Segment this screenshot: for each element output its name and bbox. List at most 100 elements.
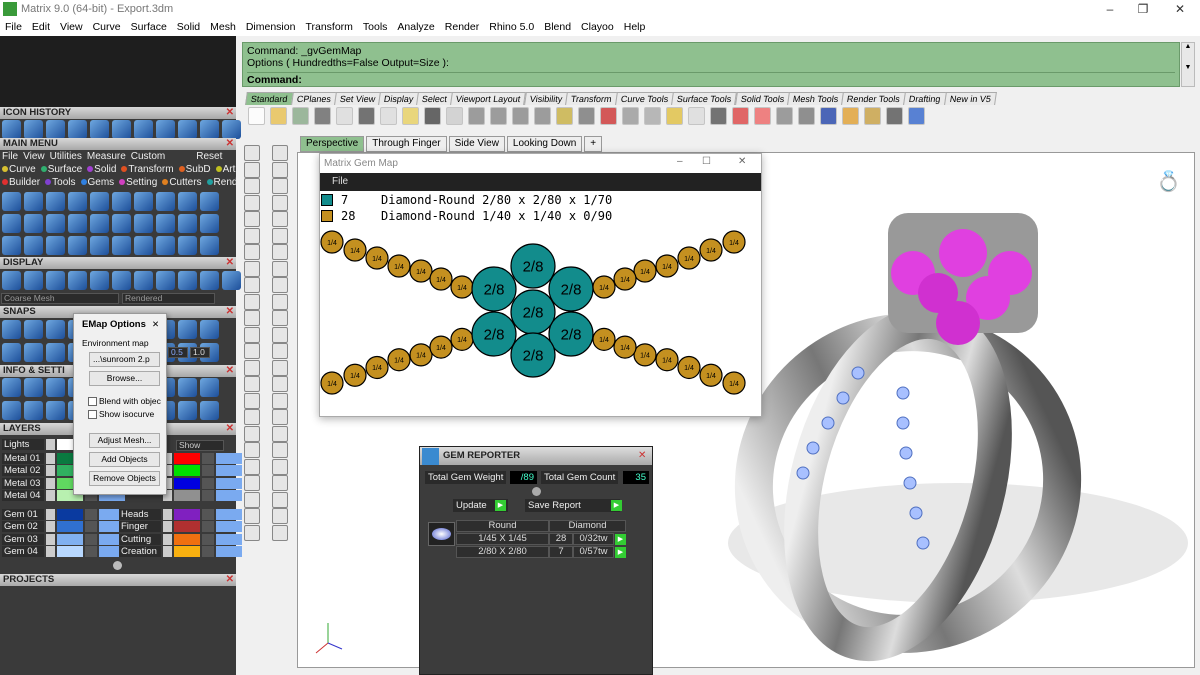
display-icon[interactable]: [46, 271, 65, 290]
category-transform[interactable]: Transform: [121, 164, 174, 175]
tool-icon-5[interactable]: [358, 107, 375, 125]
vertical-tool-icon[interactable]: [272, 392, 288, 409]
history-icon[interactable]: [112, 120, 131, 139]
tab-set-view[interactable]: Set View: [333, 92, 381, 105]
layer-color-swatch[interactable]: [57, 546, 83, 557]
display-icon[interactable]: [222, 271, 241, 290]
tool-icon-28[interactable]: [864, 107, 881, 125]
vertical-tool-icon[interactable]: [244, 475, 260, 491]
settings-icon[interactable]: [2, 378, 21, 397]
tool-icon[interactable]: [156, 236, 175, 255]
gem-row-go-icon[interactable]: ▶: [615, 534, 626, 545]
layer-color-swatch[interactable]: [174, 477, 200, 489]
vertical-tool-icon[interactable]: [244, 359, 260, 376]
layer-play-icon[interactable]: [46, 438, 55, 450]
add-viewport-tab[interactable]: +: [584, 136, 603, 152]
tool-icon-9[interactable]: [446, 107, 463, 125]
tool-icon-18[interactable]: [644, 107, 661, 125]
tool-icon-19[interactable]: [666, 107, 683, 125]
main-menu-utilities[interactable]: Utilities: [50, 151, 82, 162]
vertical-tool-icon[interactable]: [272, 227, 288, 244]
layer-row[interactable]: [163, 452, 242, 464]
settings-icon[interactable]: [200, 401, 219, 420]
display-icon[interactable]: [24, 271, 43, 290]
tab-curve-tools[interactable]: Curve Tools: [614, 92, 675, 105]
tool-icon-11[interactable]: [490, 107, 507, 125]
tab-surface-tools[interactable]: Surface Tools: [671, 92, 738, 105]
vertical-tool-icon[interactable]: [244, 491, 260, 508]
minimize-button[interactable]: –: [1095, 2, 1125, 16]
tool-icon-2[interactable]: [292, 107, 309, 125]
layer-row[interactable]: Lights: [2, 438, 83, 450]
layer-play-icon[interactable]: [46, 508, 55, 520]
vertical-tool-icon[interactable]: [244, 145, 260, 161]
tab-viewport-layout[interactable]: Viewport Layout: [450, 92, 527, 105]
tool-icon-12[interactable]: [512, 107, 529, 125]
tool-icon[interactable]: [68, 236, 87, 255]
vertical-tool-icon[interactable]: [244, 211, 260, 227]
vertical-tool-icon[interactable]: [272, 442, 288, 458]
display-icon[interactable]: [156, 271, 175, 290]
lock-icon[interactable]: [202, 546, 214, 557]
vertical-tool-icon[interactable]: [272, 475, 288, 491]
layer-play-icon[interactable]: [46, 490, 55, 501]
vertical-tool-icon[interactable]: [244, 178, 260, 194]
tool-icon[interactable]: [46, 214, 65, 233]
vertical-tool-icon[interactable]: [272, 194, 288, 211]
tool-icon-15[interactable]: [578, 107, 595, 125]
lock-icon[interactable]: [202, 533, 214, 545]
vertical-tool-icon[interactable]: [244, 376, 260, 392]
vertical-tool-icon[interactable]: [244, 524, 260, 541]
vertical-tool-icon[interactable]: [272, 524, 288, 541]
tool-icon[interactable]: [134, 192, 153, 211]
snap-icon[interactable]: [46, 320, 65, 339]
command-area[interactable]: Command: _gvGemMap Options ( Hundredths=…: [242, 42, 1180, 87]
vertical-tool-icon[interactable]: [272, 244, 288, 260]
history-icon[interactable]: [156, 120, 175, 139]
vertical-tool-icon[interactable]: [272, 359, 288, 376]
menu-clayoo[interactable]: Clayoo: [576, 21, 619, 33]
layer-row[interactable]: Gem 03: [2, 533, 125, 545]
close-icon[interactable]: ✕: [226, 365, 234, 377]
layer-play-icon[interactable]: [46, 546, 55, 557]
category-curve[interactable]: Curve: [2, 164, 36, 175]
ring-icon[interactable]: 💍: [1156, 169, 1181, 193]
history-icon[interactable]: [2, 120, 21, 139]
layer-row[interactable]: Gem 04: [2, 546, 125, 558]
command-scrollbar[interactable]: ▲ ▼: [1181, 42, 1195, 87]
layer-play-icon[interactable]: [46, 452, 55, 464]
menu-render[interactable]: Render: [440, 21, 484, 33]
close-icon[interactable]: ✕: [226, 138, 234, 150]
vertical-tool-icon[interactable]: [272, 376, 288, 392]
snap-value-2[interactable]: 1.0: [190, 347, 210, 358]
tab-drafting[interactable]: Drafting: [903, 92, 947, 105]
tool-icon[interactable]: [134, 236, 153, 255]
env-map-select[interactable]: ...\sunroom 2.p ⌄: [89, 352, 160, 377]
tool-icon[interactable]: [134, 214, 153, 233]
vertical-tool-icon[interactable]: [244, 326, 260, 343]
layer-row[interactable]: [163, 490, 242, 502]
tool-icon-21[interactable]: [710, 107, 727, 125]
layer-play-icon[interactable]: [163, 521, 172, 532]
tool-icon-4[interactable]: [336, 107, 353, 125]
vertical-tool-icon[interactable]: [244, 442, 260, 458]
settings-icon[interactable]: [200, 378, 219, 397]
tool-icon[interactable]: [200, 214, 219, 233]
vertical-tool-icon[interactable]: [244, 409, 260, 425]
tab-solid-tools[interactable]: Solid Tools: [734, 92, 790, 105]
layer-color-swatch[interactable]: [174, 521, 200, 532]
lock-icon[interactable]: [202, 452, 214, 464]
vertical-tool-icon[interactable]: [244, 293, 260, 310]
layer-row[interactable]: Creation: [119, 546, 242, 558]
menu-analyze[interactable]: Analyze: [392, 21, 439, 33]
tool-icon[interactable]: [178, 214, 197, 233]
layer-row[interactable]: Gem 02: [2, 521, 125, 533]
history-icon[interactable]: [222, 120, 241, 139]
tool-icon-6[interactable]: [380, 107, 397, 125]
layer-visible-toggle[interactable]: [216, 477, 242, 489]
vertical-tool-icon[interactable]: [244, 244, 260, 260]
vertical-tool-icon[interactable]: [272, 277, 288, 293]
layer-row[interactable]: Finger: [119, 521, 242, 533]
snap-icon[interactable]: [2, 343, 21, 362]
history-icon[interactable]: [178, 120, 197, 139]
